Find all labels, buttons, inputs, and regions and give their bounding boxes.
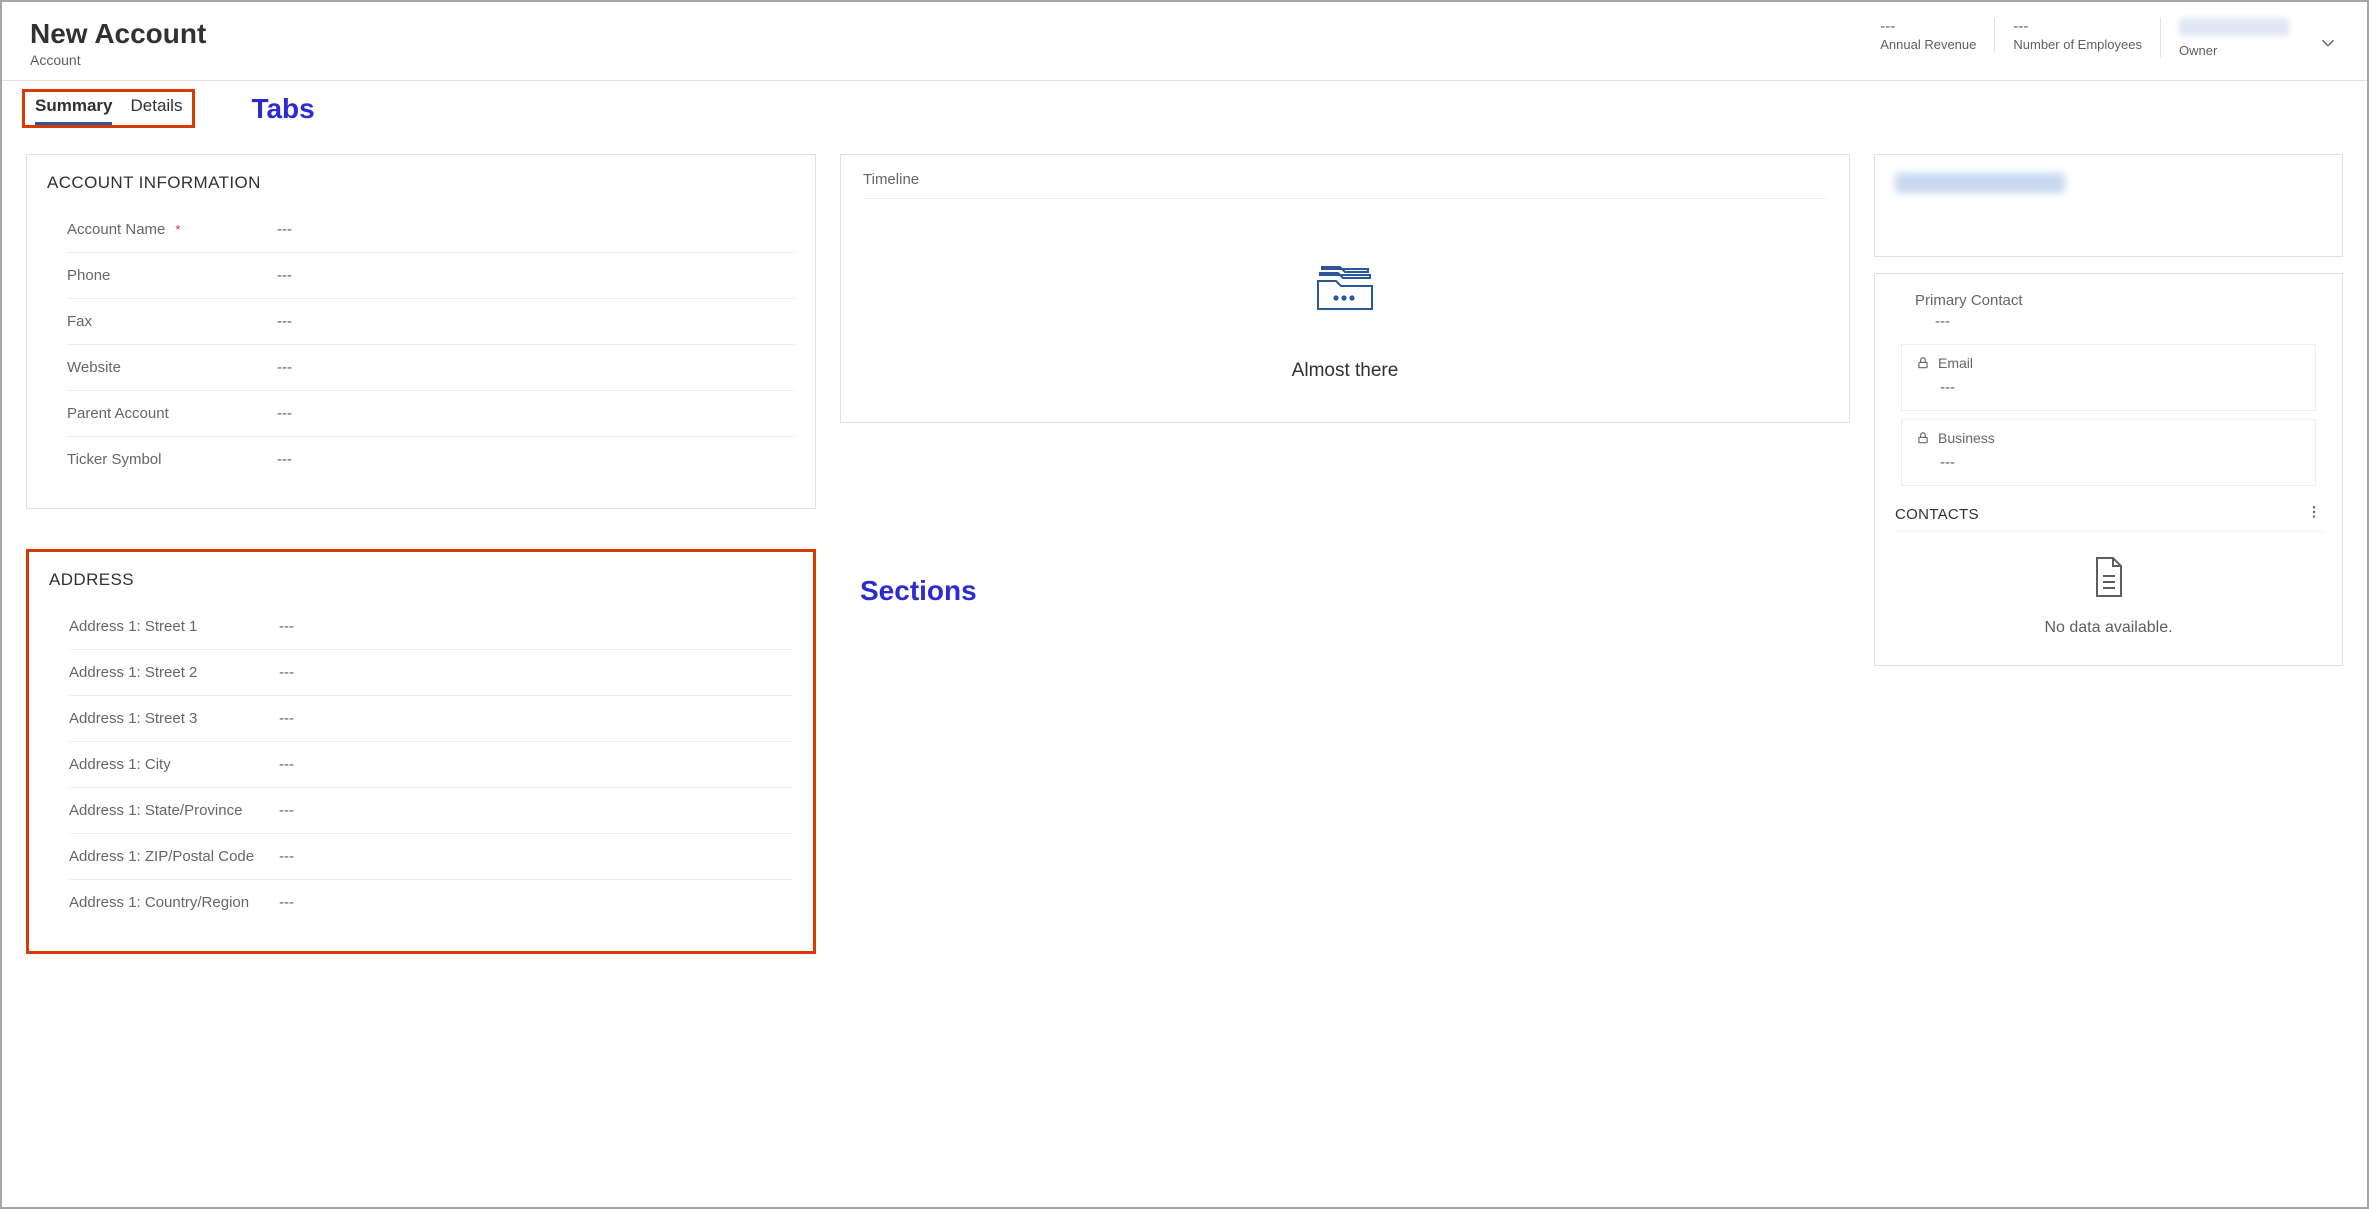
field-value: ---: [277, 405, 292, 422]
expand-header-button[interactable]: [2317, 32, 2339, 59]
required-marker: *: [175, 222, 180, 237]
business-value: ---: [1940, 454, 2301, 471]
section-title: ACCOUNT INFORMATION: [47, 173, 795, 193]
field-ticker-symbol[interactable]: Ticker Symbol ---: [67, 437, 795, 482]
field-label: Ticker Symbol: [67, 451, 267, 468]
tabs-row: Summary Details Tabs: [2, 81, 2367, 128]
field-value: ---: [277, 451, 292, 468]
primary-contact-label: Primary Contact: [1915, 292, 2322, 309]
section-quick-view: [1874, 154, 2343, 257]
section-title: ADDRESS: [49, 570, 793, 590]
section-address: ADDRESS Address 1: Street 1 --- Address …: [26, 549, 816, 954]
header-annual-revenue[interactable]: --- Annual Revenue: [1862, 18, 1994, 52]
primary-contact-value[interactable]: ---: [1935, 313, 2322, 330]
field-website[interactable]: Website ---: [67, 345, 795, 391]
field-address1-street2[interactable]: Address 1: Street 2 ---: [69, 650, 793, 696]
field-value: ---: [277, 313, 292, 330]
tabs-annotation-label: Tabs: [251, 93, 314, 125]
header-left: New Account Account: [30, 18, 206, 68]
field-address1-street1[interactable]: Address 1: Street 1 ---: [69, 604, 793, 650]
field-label: Phone: [67, 267, 267, 284]
header-right: --- Annual Revenue --- Number of Employe…: [1862, 18, 2339, 59]
num-employees-value: ---: [2013, 18, 2142, 35]
folder-stack-icon: [1312, 259, 1378, 317]
tab-details[interactable]: Details: [130, 96, 182, 125]
field-value: ---: [277, 267, 292, 284]
tab-summary[interactable]: Summary: [35, 96, 112, 125]
section-timeline: Timeline Almost there: [840, 154, 1850, 423]
locked-business-field: Business ---: [1901, 419, 2316, 486]
owner-value-redacted: [2179, 18, 2289, 36]
chevron-down-icon: [2317, 32, 2339, 54]
field-label: Address 1: State/Province: [69, 802, 269, 819]
field-label: Address 1: Country/Region: [69, 894, 269, 911]
field-label: Fax: [67, 313, 267, 330]
left-column: ACCOUNT INFORMATION Account Name* --- Ph…: [26, 154, 816, 954]
header-owner[interactable]: Owner: [2160, 18, 2307, 58]
tabs-callout-box: Summary Details: [22, 89, 195, 128]
owner-label: Owner: [2179, 43, 2289, 58]
section-primary-contact: Primary Contact --- Email --- Business -…: [1874, 273, 2343, 666]
field-address1-zip[interactable]: Address 1: ZIP/Postal Code ---: [69, 834, 793, 880]
locked-email-field: Email ---: [1901, 344, 2316, 411]
contacts-more-menu[interactable]: [2306, 504, 2322, 525]
field-phone[interactable]: Phone ---: [67, 253, 795, 299]
field-value: ---: [277, 359, 292, 376]
num-employees-label: Number of Employees: [2013, 37, 2142, 52]
timeline-empty-icon: [863, 259, 1827, 322]
quick-view-title-redacted: [1895, 173, 2065, 193]
field-label: Address 1: Street 2: [69, 664, 269, 681]
email-value: ---: [1940, 379, 2301, 396]
field-address1-country[interactable]: Address 1: Country/Region ---: [69, 880, 793, 925]
field-account-name[interactable]: Account Name* ---: [67, 207, 795, 253]
contacts-empty-state: No data available.: [1895, 554, 2322, 637]
field-fax[interactable]: Fax ---: [67, 299, 795, 345]
field-value: ---: [277, 221, 292, 238]
form-header: New Account Account --- Annual Revenue -…: [2, 2, 2367, 81]
timeline-title: Timeline: [863, 171, 1827, 199]
document-icon: [2089, 554, 2129, 600]
content-grid: ACCOUNT INFORMATION Account Name* --- Ph…: [2, 128, 2367, 978]
contacts-no-data-text: No data available.: [1895, 619, 2322, 637]
header-number-of-employees[interactable]: --- Number of Employees: [1994, 18, 2160, 52]
field-label: Address 1: Street 3: [69, 710, 269, 727]
contacts-section-title: CONTACTS: [1895, 506, 1979, 523]
business-label: Business: [1938, 430, 1995, 446]
annual-revenue-value: ---: [1880, 18, 1976, 35]
field-value: ---: [279, 848, 294, 865]
sections-annotation-label: Sections: [860, 575, 1850, 607]
field-label: Address 1: City: [69, 756, 269, 773]
field-label: Account Name*: [67, 221, 267, 238]
field-value: ---: [279, 618, 294, 635]
field-value: ---: [279, 894, 294, 911]
field-address1-city[interactable]: Address 1: City ---: [69, 742, 793, 788]
lock-icon: [1916, 431, 1930, 445]
field-address1-street3[interactable]: Address 1: Street 3 ---: [69, 696, 793, 742]
section-account-information: ACCOUNT INFORMATION Account Name* --- Ph…: [26, 154, 816, 509]
more-vertical-icon: [2306, 504, 2322, 520]
field-label: Website: [67, 359, 267, 376]
annual-revenue-label: Annual Revenue: [1880, 37, 1976, 52]
middle-column: Timeline Almost there Sections: [840, 154, 1850, 607]
field-value: ---: [279, 802, 294, 819]
page-title: New Account: [30, 18, 206, 50]
field-value: ---: [279, 664, 294, 681]
field-label: Address 1: Street 1: [69, 618, 269, 635]
email-label: Email: [1938, 355, 1973, 371]
field-value: ---: [279, 756, 294, 773]
right-column: Primary Contact --- Email --- Business -…: [1874, 154, 2343, 666]
field-value: ---: [279, 710, 294, 727]
timeline-empty-text: Almost there: [863, 360, 1827, 382]
field-parent-account[interactable]: Parent Account ---: [67, 391, 795, 437]
field-address1-state[interactable]: Address 1: State/Province ---: [69, 788, 793, 834]
entity-subtitle: Account: [30, 52, 206, 68]
field-label: Parent Account: [67, 405, 267, 422]
lock-icon: [1916, 356, 1930, 370]
field-label: Address 1: ZIP/Postal Code: [69, 848, 269, 865]
